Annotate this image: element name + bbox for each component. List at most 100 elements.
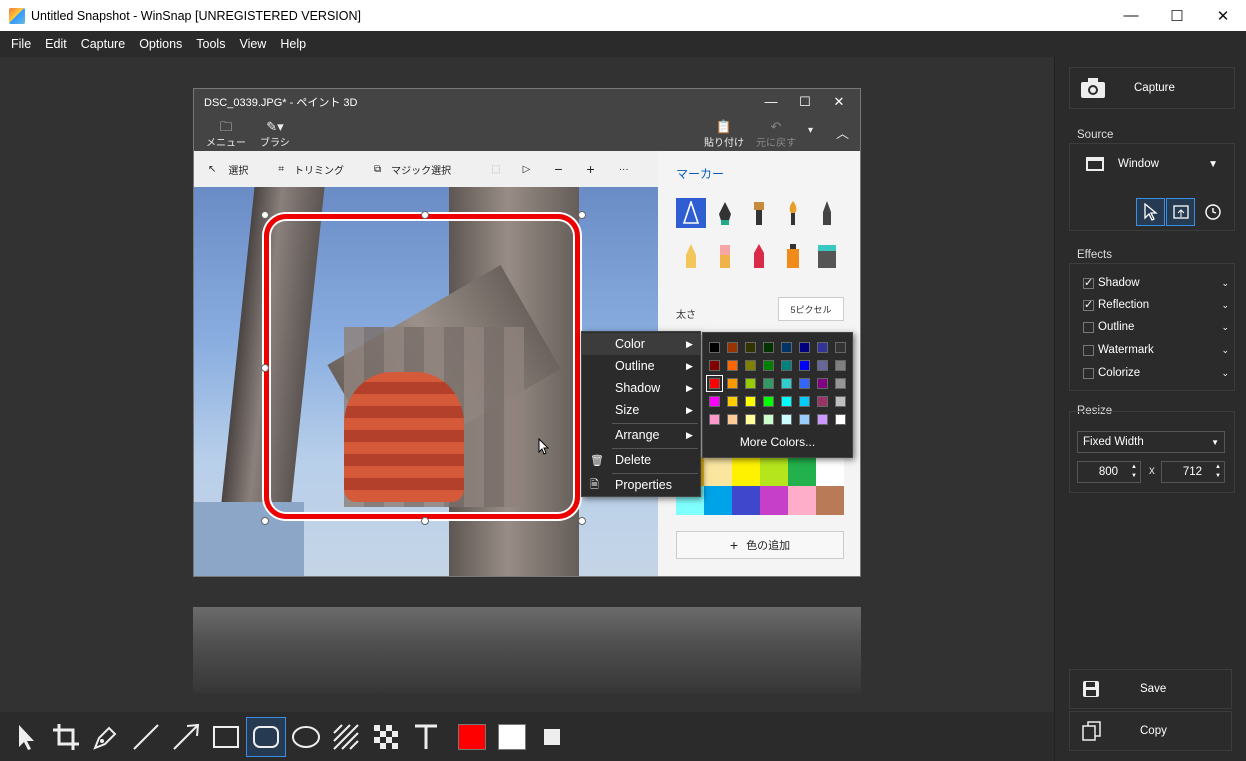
palette-swatch[interactable]: [799, 414, 810, 425]
palette-swatch[interactable]: [799, 360, 810, 371]
menu-capture[interactable]: Capture: [74, 37, 132, 51]
resize-handle-bl[interactable]: [261, 517, 269, 525]
context-item-arrange[interactable]: Arrange ▶: [582, 424, 700, 446]
pen-tool[interactable]: [86, 717, 126, 757]
chevron-down-icon[interactable]: ⌄: [1221, 368, 1229, 379]
palette-swatch[interactable]: [781, 360, 792, 371]
context-item-shadow[interactable]: Shadow ▶: [582, 377, 700, 399]
resize-handle-l[interactable]: [261, 364, 269, 372]
palette-swatch[interactable]: [709, 414, 720, 425]
close-button[interactable]: ✕: [1200, 0, 1246, 31]
chevron-down-icon[interactable]: ⌄: [1221, 322, 1229, 333]
palette-swatch[interactable]: [781, 396, 792, 407]
palette-swatch[interactable]: [763, 342, 774, 353]
resize-handle-br[interactable]: [578, 517, 586, 525]
background-color-picker[interactable]: [492, 717, 532, 757]
effect-reflection[interactable]: Reflection ⌄: [1083, 295, 1233, 315]
line-style-picker[interactable]: [532, 717, 572, 757]
spinner-icon[interactable]: ▲ ▼: [1215, 463, 1221, 481]
palette-swatch[interactable]: [727, 342, 738, 353]
palette-swatch[interactable]: [817, 342, 828, 353]
more-colors-item[interactable]: More Colors...: [703, 435, 852, 449]
pointer-mode-button[interactable]: [1136, 198, 1165, 226]
resize-handle-tr[interactable]: [578, 211, 586, 219]
maximize-button[interactable]: ☐: [1154, 0, 1200, 31]
width-input[interactable]: 800 ▲ ▼: [1077, 461, 1141, 483]
menu-tools[interactable]: Tools: [189, 37, 232, 51]
checkbox[interactable]: [1083, 367, 1094, 379]
palette-swatch[interactable]: [727, 378, 738, 389]
palette-swatch[interactable]: [709, 342, 720, 353]
palette-swatch[interactable]: [781, 378, 792, 389]
menu-file[interactable]: File: [4, 37, 38, 51]
menu-options[interactable]: Options: [132, 37, 189, 51]
palette-swatch[interactable]: [727, 414, 738, 425]
menu-help[interactable]: Help: [273, 37, 313, 51]
minimize-button[interactable]: —: [1108, 0, 1154, 31]
arrow-tool[interactable]: [166, 717, 206, 757]
effect-colorize[interactable]: Colorize ⌄: [1083, 363, 1233, 383]
rounded-rectangle-shape[interactable]: [264, 214, 580, 519]
hatch-tool[interactable]: [326, 717, 366, 757]
palette-swatch[interactable]: [763, 378, 774, 389]
chevron-down-icon[interactable]: ⌄: [1221, 300, 1229, 311]
palette-swatch[interactable]: [817, 360, 828, 371]
palette-swatch[interactable]: [835, 360, 846, 371]
checkbox[interactable]: [1083, 344, 1094, 356]
checkbox[interactable]: [1083, 276, 1094, 289]
line-tool[interactable]: [126, 717, 166, 757]
pixelate-tool[interactable]: [366, 717, 406, 757]
palette-swatch[interactable]: [745, 342, 756, 353]
palette-swatch[interactable]: [817, 396, 828, 407]
palette-swatch[interactable]: [799, 396, 810, 407]
ellipse-tool[interactable]: [286, 717, 326, 757]
palette-swatch[interactable]: [835, 342, 846, 353]
text-tool[interactable]: [406, 717, 446, 757]
palette-swatch[interactable]: [817, 414, 828, 425]
menu-view[interactable]: View: [232, 37, 273, 51]
palette-swatch[interactable]: [727, 360, 738, 371]
pointer-tool[interactable]: [6, 717, 46, 757]
palette-swatch[interactable]: [817, 378, 828, 389]
palette-swatch[interactable]: [727, 396, 738, 407]
resize-handle-tl[interactable]: [261, 211, 269, 219]
resize-handle-t[interactable]: [421, 211, 429, 219]
palette-swatch[interactable]: [799, 378, 810, 389]
include-window-button[interactable]: [1166, 198, 1195, 226]
foreground-color-picker[interactable]: [452, 717, 492, 757]
palette-swatch[interactable]: [709, 360, 720, 371]
palette-swatch[interactable]: [835, 378, 846, 389]
spinner-icon[interactable]: ▲ ▼: [1131, 463, 1137, 481]
context-item-properties[interactable]: 🗎 Properties: [582, 474, 700, 496]
palette-swatch[interactable]: [706, 375, 723, 392]
timer-button[interactable]: [1198, 198, 1227, 226]
chevron-down-icon[interactable]: ⌄: [1221, 345, 1229, 356]
palette-swatch[interactable]: [781, 414, 792, 425]
context-item-size[interactable]: Size ▶: [582, 399, 700, 421]
checkbox[interactable]: [1083, 321, 1094, 333]
chevron-down-icon[interactable]: ⌄: [1221, 278, 1229, 289]
rounded-rectangle-tool[interactable]: [246, 716, 286, 757]
context-item-color[interactable]: Color ▶: [582, 333, 700, 355]
palette-swatch[interactable]: [745, 360, 756, 371]
save-button[interactable]: Save: [1069, 669, 1232, 709]
palette-swatch[interactable]: [709, 396, 720, 407]
capture-button[interactable]: Capture: [1069, 67, 1235, 109]
palette-swatch[interactable]: [763, 396, 774, 407]
height-input[interactable]: 712 ▲ ▼: [1161, 461, 1225, 483]
resize-mode-select[interactable]: Fixed Width ▼: [1077, 431, 1225, 453]
copy-button[interactable]: Copy: [1069, 711, 1232, 751]
resize-handle-b[interactable]: [421, 517, 429, 525]
context-item-outline[interactable]: Outline ▶: [582, 355, 700, 377]
palette-swatch[interactable]: [763, 360, 774, 371]
rectangle-tool[interactable]: [206, 717, 246, 757]
palette-swatch[interactable]: [745, 414, 756, 425]
effect-watermark[interactable]: Watermark ⌄: [1083, 340, 1233, 360]
source-dropdown[interactable]: Window ▼: [1070, 150, 1234, 178]
checkbox[interactable]: [1083, 298, 1094, 311]
effect-shadow[interactable]: Shadow ⌄: [1083, 273, 1233, 293]
palette-swatch[interactable]: [835, 396, 846, 407]
effect-outline[interactable]: Outline ⌄: [1083, 317, 1233, 337]
palette-swatch[interactable]: [799, 342, 810, 353]
palette-swatch[interactable]: [763, 414, 774, 425]
